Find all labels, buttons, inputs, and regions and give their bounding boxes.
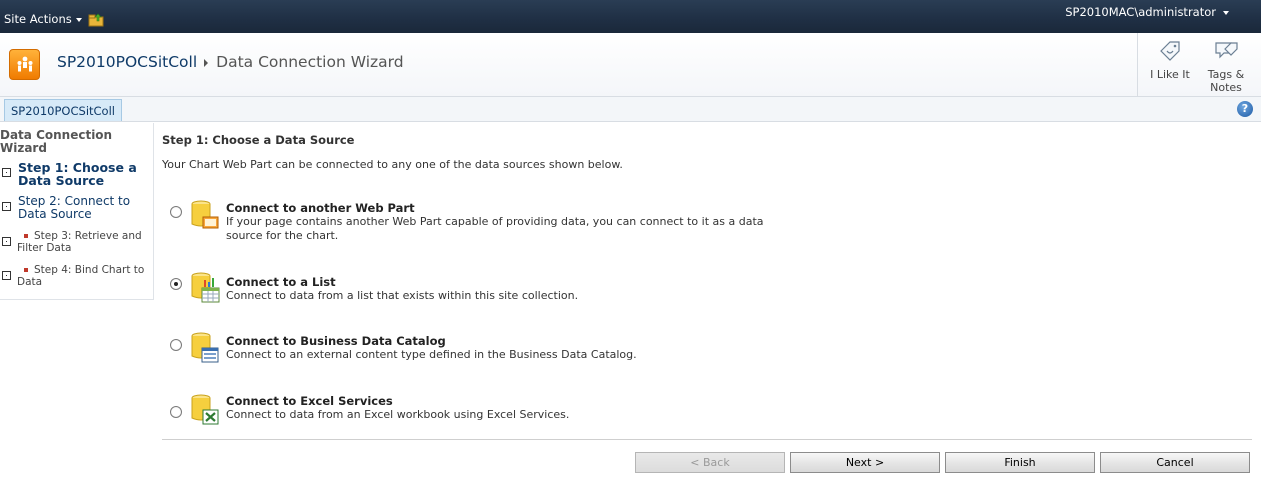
option-title: Connect to a List [226, 275, 336, 289]
step-box-icon [2, 168, 11, 177]
option-description: If your page contains another Web Part c… [226, 215, 764, 242]
wizard-step-label: Step 4: Bind Chart to Data [17, 264, 147, 288]
excel-data-icon [191, 394, 219, 425]
back-button[interactable]: < Back [635, 452, 785, 473]
user-name: SP2010MAC\administrator [1065, 5, 1216, 19]
like-tag-icon [1160, 41, 1180, 61]
tags-label-line1: Tags & [1207, 68, 1245, 81]
wizard-step-label: Step 2: Connect to Data Source [18, 194, 131, 221]
help-icon[interactable]: ? [1237, 101, 1253, 117]
wizard-step-label: Step 3: Retrieve and Filter Data [17, 230, 147, 254]
wizard-step-text: Step 4: Bind Chart to Data [17, 264, 145, 288]
page-title: Data Connection Wizard [216, 53, 404, 71]
user-menu[interactable]: SP2010MAC\administrator [1065, 5, 1229, 19]
radio-list[interactable] [170, 278, 182, 290]
navigate-up-icon[interactable] [88, 12, 104, 27]
option-description: Connect to data from an Excel workbook u… [226, 408, 570, 421]
breadcrumb: SP2010POCSitColl Data Connection Wizard [57, 53, 404, 71]
list-data-icon [191, 272, 220, 303]
breadcrumb-arrow-icon [204, 58, 209, 67]
tags-notes-icon [1215, 42, 1238, 59]
step-heading: Step 1: Choose a Data Source [162, 133, 355, 147]
tags-notes-button[interactable]: Tags & Notes [1201, 39, 1251, 94]
step-box-icon [2, 237, 11, 246]
web-part-data-icon [191, 200, 219, 229]
tags-label-line2: Notes [1210, 81, 1242, 94]
tab-site-home[interactable]: SP2010POCSitColl [4, 99, 122, 121]
bdc-data-icon [191, 332, 219, 363]
option-title: Connect to another Web Part [226, 201, 415, 215]
divider [162, 439, 1252, 440]
chevron-down-icon [75, 17, 82, 22]
next-button[interactable]: Next > [790, 452, 940, 473]
breadcrumb-site-link[interactable]: SP2010POCSitColl [57, 53, 197, 71]
option-title: Connect to Excel Services [226, 394, 393, 408]
cancel-button[interactable]: Cancel [1100, 452, 1250, 473]
bullet-icon [24, 268, 28, 272]
people-icon [17, 56, 33, 72]
wizard-steps-nav: Data Connection Wizard Step 1: Choose a … [0, 123, 154, 300]
site-logo[interactable] [9, 49, 40, 80]
option-description: Connect to data from a list that exists … [226, 289, 579, 302]
finish-button[interactable]: Finish [945, 452, 1095, 473]
step-box-icon [2, 202, 11, 211]
page-header: SP2010POCSitColl Data Connection Wizard I… [0, 33, 1261, 97]
radio-web-part[interactable] [170, 206, 182, 218]
divider [1137, 33, 1138, 96]
wizard-step-label: Step 1: Choose a Data Source [18, 160, 137, 188]
site-actions-menu[interactable]: Site Actions [4, 12, 82, 26]
radio-business-data-catalog[interactable] [170, 339, 182, 351]
wizard-title: Data Connection Wizard [0, 128, 113, 155]
top-navigation: SP2010POCSitColl ? [0, 97, 1261, 122]
i-like-it-label: I Like It [1150, 68, 1190, 81]
i-like-it-button[interactable]: I Like It [1145, 39, 1195, 81]
option-title: Connect to Business Data Catalog [226, 334, 446, 348]
step-description: Your Chart Web Part can be connected to … [162, 158, 623, 171]
bullet-icon [24, 234, 28, 238]
option-description: Connect to an external content type defi… [226, 348, 637, 361]
step-box-icon [2, 271, 11, 280]
wizard-step-text: Step 3: Retrieve and Filter Data [17, 230, 142, 254]
chevron-down-icon [1223, 10, 1229, 15]
radio-excel-services[interactable] [170, 406, 182, 418]
top-ribbon: Site Actions SP2010MAC\administrator [0, 0, 1261, 33]
site-actions-label: Site Actions [4, 12, 72, 26]
